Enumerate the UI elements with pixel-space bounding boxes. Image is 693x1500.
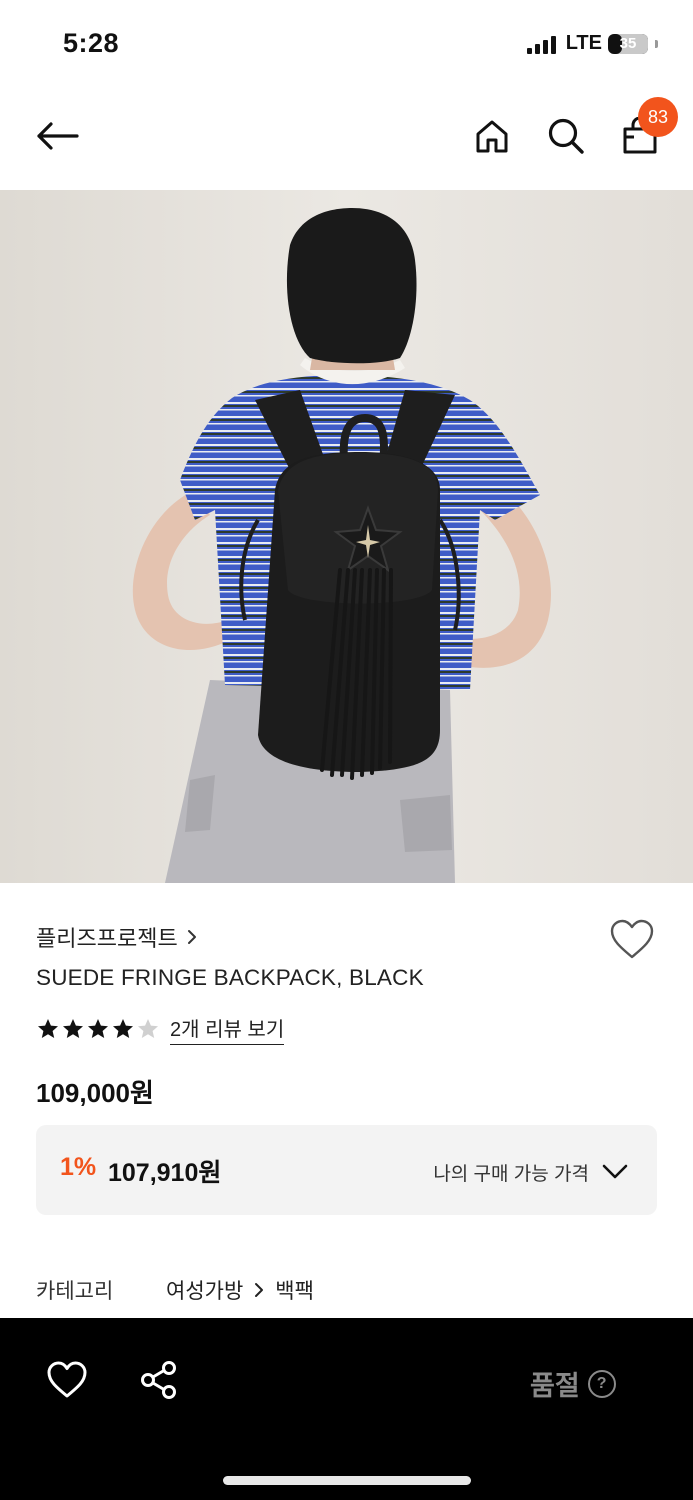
product-photo bbox=[0, 190, 693, 883]
brand-link[interactable]: 플리즈프로젝트 bbox=[36, 921, 198, 953]
review-link[interactable]: 2개 리뷰 보기 bbox=[170, 1013, 285, 1045]
category-row: 카테고리 여성가방 백팩 bbox=[36, 1275, 314, 1305]
soldout-status: 품절 ? bbox=[530, 1364, 616, 1403]
battery-cap bbox=[655, 39, 658, 48]
my-price-label: 나의 구매 가능 가격 bbox=[433, 1164, 589, 1185]
status-indicators: LTE 35 bbox=[526, 32, 658, 55]
battery-level: 35 bbox=[619, 35, 637, 52]
star-filled-icon bbox=[63, 1019, 83, 1038]
heart-icon bbox=[610, 919, 654, 959]
top-nav bbox=[0, 90, 693, 190]
soldout-label: 품절 bbox=[530, 1371, 580, 1401]
discount-price: 107,910원 bbox=[108, 1159, 222, 1187]
status-bar: 5:28 LTE 35 bbox=[0, 0, 693, 90]
category-item-womens-bags[interactable]: 여성가방 bbox=[166, 1275, 243, 1305]
star-filled-icon bbox=[113, 1019, 133, 1038]
share-button[interactable] bbox=[138, 1360, 180, 1400]
search-button[interactable] bbox=[544, 114, 588, 158]
home-button[interactable] bbox=[470, 114, 514, 158]
bottom-action-bar: 품절 ? bbox=[0, 1318, 693, 1500]
product-name: SUEDE FRINGE BACKPACK, BLACK bbox=[36, 965, 424, 990]
search-icon bbox=[548, 118, 584, 154]
back-button[interactable] bbox=[30, 116, 84, 156]
category-breadcrumb: 여성가방 백팩 bbox=[166, 1275, 314, 1305]
star-filled-icon bbox=[38, 1019, 58, 1038]
star-empty-icon bbox=[138, 1019, 158, 1038]
my-price-box[interactable]: 1% 107,910원 나의 구매 가능 가격 bbox=[36, 1125, 657, 1215]
product-image[interactable] bbox=[0, 190, 693, 883]
bottom-wishlist-button[interactable] bbox=[46, 1360, 88, 1400]
battery-icon: 35 bbox=[608, 33, 648, 54]
discount-percent: 1% bbox=[60, 1153, 97, 1181]
rating-row: 2개 리뷰 보기 bbox=[36, 1013, 285, 1045]
chevron-right-icon bbox=[255, 1283, 264, 1297]
network-label: LTE bbox=[565, 32, 602, 54]
wishlist-button[interactable] bbox=[608, 917, 656, 961]
brand-name: 플리즈프로젝트 bbox=[36, 926, 178, 951]
home-icon bbox=[476, 120, 508, 153]
star-filled-icon bbox=[88, 1019, 108, 1038]
help-icon[interactable]: ? bbox=[587, 1369, 616, 1398]
back-arrow-icon bbox=[37, 122, 79, 150]
chevron-right-icon bbox=[187, 930, 196, 944]
chevron-down-icon[interactable] bbox=[601, 1157, 629, 1185]
product-price: 109,000원 bbox=[36, 1078, 154, 1108]
category-label: 카테고리 bbox=[36, 1280, 114, 1303]
category-item-backpack[interactable]: 백팩 bbox=[275, 1275, 314, 1305]
share-icon bbox=[141, 1361, 176, 1399]
star-rating bbox=[36, 1017, 160, 1041]
status-time: 5:28 bbox=[63, 28, 120, 58]
home-indicator bbox=[223, 1476, 471, 1485]
heart-icon bbox=[47, 1361, 87, 1398]
cart-count-badge: 83 bbox=[638, 97, 678, 137]
signal-icon bbox=[526, 34, 556, 54]
